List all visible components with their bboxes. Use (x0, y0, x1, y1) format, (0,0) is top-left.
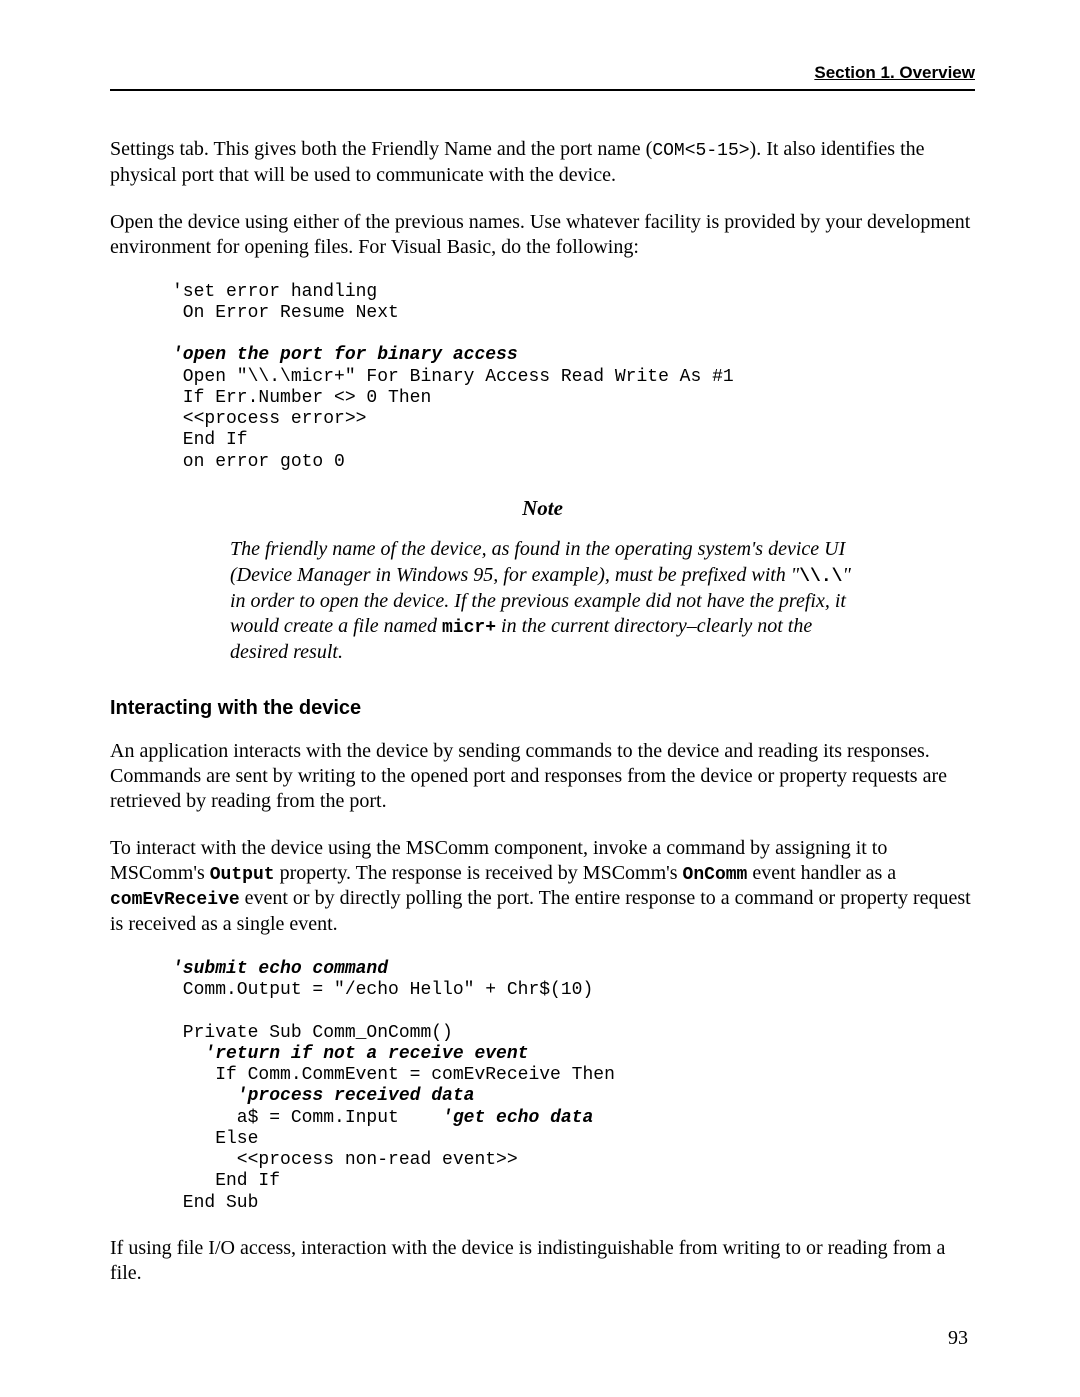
code-line: <<process error>> (172, 409, 366, 429)
para-mscomm: To interact with the device using the MS… (110, 836, 975, 937)
code-line: 'set error handling (172, 282, 377, 302)
code-line: Else (172, 1129, 258, 1149)
code-line: On Error Resume Next (172, 303, 399, 323)
para-interacts: An application interacts with the device… (110, 739, 975, 814)
code-line: Open "\\.\micr+" For Binary Access Read … (172, 367, 734, 387)
code-line: End If (172, 430, 248, 450)
code-block-open-port: 'set error handling On Error Resume Next… (172, 282, 975, 473)
inline-code-oncomm: OnComm (683, 865, 748, 885)
code-line: Comm.Output = "/echo Hello" + Chr$(10) (172, 980, 593, 1000)
para-settings-tab: Settings tab. This gives both the Friend… (110, 137, 975, 188)
inline-code-com: COM<5-15> (652, 141, 749, 161)
code-line: a$ = Comm.Input (172, 1108, 442, 1128)
code-comment: 'get echo data (442, 1108, 593, 1128)
text: Settings tab. This gives both the Friend… (110, 138, 652, 160)
text: property. The response is received by MS… (275, 862, 683, 884)
code-line: End Sub (172, 1193, 258, 1213)
inline-code-micr: micr+ (442, 618, 496, 638)
para-file-io: If using file I/O access, interaction wi… (110, 1236, 975, 1286)
code-line: on error goto 0 (172, 452, 345, 472)
code-line: Private Sub Comm_OnComm() (172, 1023, 453, 1043)
code-comment: 'submit echo command (172, 959, 388, 979)
page-number: 93 (948, 1326, 968, 1351)
page: Section 1. Overview Settings tab. This g… (0, 0, 1080, 1397)
text: The friendly name of the device, as foun… (230, 538, 845, 586)
note-title: Note (110, 495, 975, 521)
code-comment: 'open the port for binary access (172, 345, 518, 365)
subheading-interacting: Interacting with the device (110, 696, 975, 721)
text: event handler as a (747, 862, 896, 884)
text: event or by directly polling the port. T… (110, 887, 971, 935)
code-line: <<process non-read event>> (172, 1150, 518, 1170)
note-block: Note The friendly name of the device, as… (110, 495, 975, 666)
code-comment: 'return if not a receive event (172, 1044, 528, 1064)
inline-code-prefix: \\.\ (799, 567, 842, 587)
section-header: Section 1. Overview (110, 62, 975, 83)
inline-code-output: Output (210, 865, 275, 885)
note-body: The friendly name of the device, as foun… (230, 537, 855, 666)
code-line: End If (172, 1171, 280, 1191)
inline-code-comevreceive: comEvReceive (110, 890, 240, 910)
code-line: If Comm.CommEvent = comEvReceive Then (172, 1065, 615, 1085)
code-comment: 'process received data (172, 1086, 474, 1106)
header-rule (110, 89, 975, 91)
code-line: If Err.Number <> 0 Then (172, 388, 431, 408)
para-open-device: Open the device using either of the prev… (110, 210, 975, 260)
code-block-oncomm: 'submit echo command Comm.Output = "/ech… (172, 959, 975, 1214)
